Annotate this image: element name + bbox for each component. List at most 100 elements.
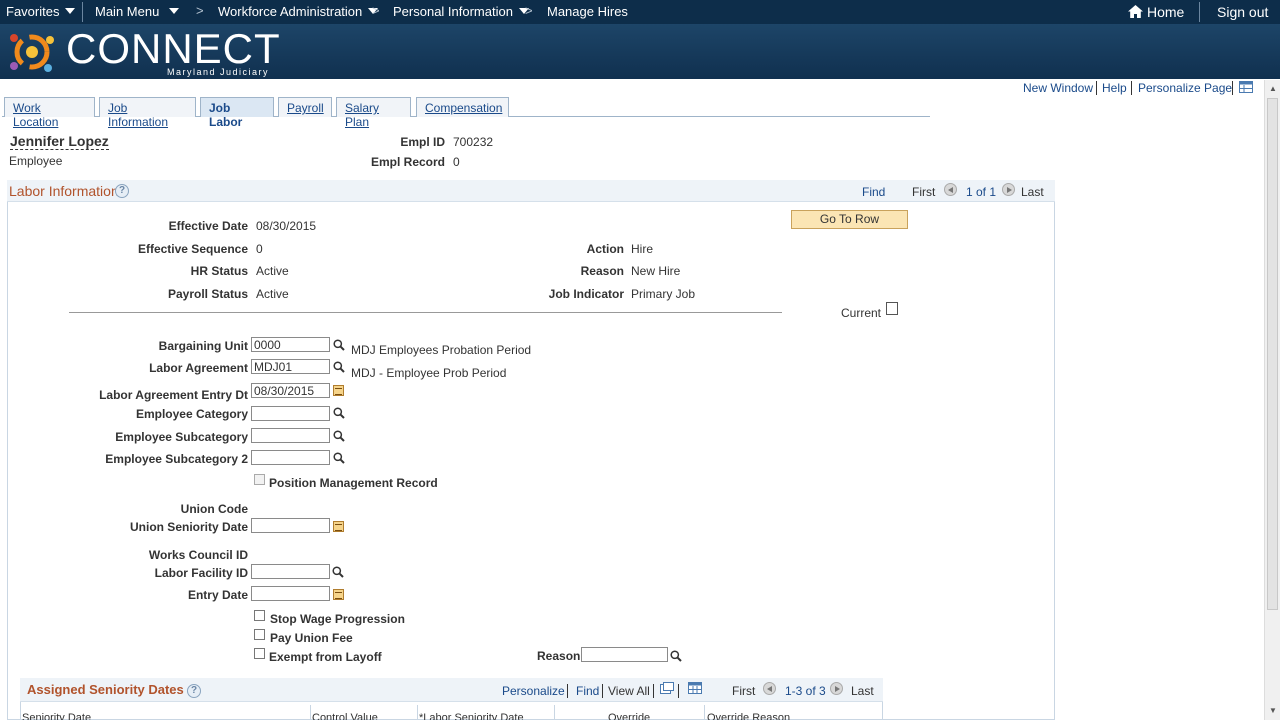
column-header-override[interactable]: Override (608, 712, 650, 720)
tab-compensation[interactable]: Compensation (416, 97, 509, 117)
labor-first-label: First (912, 185, 936, 199)
empl-id-value: 700232 (453, 135, 494, 149)
scroll-up-icon[interactable]: ▲ (1269, 84, 1277, 93)
nav-divider (1199, 2, 1200, 22)
effective-date-label: Effective Date (168, 219, 248, 233)
tab-work-location[interactable]: Work Location (4, 97, 95, 129)
help-icon[interactable]: ? (187, 684, 201, 698)
breadcrumb-workforce-admin[interactable]: Workforce Administration (218, 4, 379, 19)
tab-job-labor[interactable]: Job Labor (200, 97, 274, 129)
search-icon[interactable] (670, 650, 682, 662)
breadcrumb-label: Personal Information (393, 4, 513, 19)
employee-subcategory-input[interactable] (251, 428, 330, 443)
search-icon[interactable] (333, 339, 345, 351)
new-window-link[interactable]: New Window (1023, 81, 1093, 95)
search-icon[interactable] (333, 430, 345, 442)
labor-row-count: 1 of 1 (966, 185, 997, 199)
download-grid-icon[interactable] (688, 682, 702, 694)
tab-job-information[interactable]: Job Information (99, 97, 196, 129)
section-divider (69, 312, 782, 313)
breadcrumb-personal-info[interactable]: Personal Information (393, 4, 529, 19)
util-divider (678, 684, 679, 698)
sign-out-link[interactable]: Sign out (1217, 4, 1268, 20)
employee-name[interactable]: Jennifer Lopez (10, 133, 109, 150)
labor-agreement-entry-input[interactable] (251, 383, 330, 398)
calendar-icon[interactable] (333, 521, 344, 532)
search-icon[interactable] (332, 566, 344, 578)
previous-row-icon[interactable] (763, 682, 776, 695)
seniority-find-link[interactable]: Find (576, 684, 599, 698)
main-menu[interactable]: Main Menu (95, 4, 180, 19)
entry-date-input[interactable] (251, 586, 330, 601)
tab-label: Compensation (425, 101, 503, 115)
employee-category-input[interactable] (251, 406, 330, 421)
calendar-icon[interactable] (333, 385, 344, 396)
labor-agreement-input[interactable] (251, 359, 330, 374)
stop-wage-label: Stop Wage Progression (270, 612, 405, 626)
layoff-reason-input[interactable] (581, 647, 668, 662)
favorites-menu[interactable]: Favorites (6, 4, 76, 19)
search-icon[interactable] (333, 407, 345, 419)
bargaining-unit-input[interactable] (251, 337, 330, 352)
labor-agreement-label: Labor Agreement (149, 361, 248, 375)
reason-value: New Hire (631, 264, 681, 278)
bargaining-unit-description: MDJ Employees Probation Period (351, 343, 532, 357)
effective-date-value: 08/30/2015 (256, 219, 317, 233)
payroll-status-label: Payroll Status (167, 287, 248, 301)
next-row-icon[interactable] (830, 682, 843, 695)
personalize-page-link[interactable]: Personalize Page (1138, 81, 1232, 95)
grid-layout-icon[interactable] (1239, 81, 1253, 93)
vertical-scrollbar[interactable]: ▲ ▼ (1264, 80, 1280, 720)
seniority-personalize-link[interactable]: Personalize (502, 684, 565, 698)
previous-row-icon[interactable] (944, 183, 957, 196)
hr-status-value: Active (256, 264, 289, 278)
seniority-view-all-link[interactable]: View All (608, 684, 650, 698)
home-link[interactable]: Home (1128, 4, 1184, 20)
union-seniority-input[interactable] (251, 518, 330, 533)
column-header-control-value[interactable]: Control Value (312, 712, 378, 720)
employee-subcategory2-input[interactable] (251, 450, 330, 465)
help-icon[interactable]: ? (115, 184, 129, 198)
exempt-layoff-checkbox[interactable] (254, 648, 265, 659)
column-header-seniority-date[interactable]: Seniority Date (22, 712, 91, 720)
scrollbar-thumb[interactable] (1267, 98, 1278, 610)
column-header-override-reason[interactable]: Override Reason (707, 712, 790, 720)
seniority-first-label: First (732, 684, 756, 698)
labor-facility-input[interactable] (251, 564, 330, 579)
calendar-icon[interactable] (333, 589, 344, 600)
util-divider (567, 684, 568, 698)
labor-find-link[interactable]: Find (862, 185, 885, 199)
labor-agreement-description: MDJ - Employee Prob Period (351, 366, 507, 380)
scroll-down-icon[interactable]: ▼ (1269, 706, 1277, 715)
effective-sequence-label: Effective Sequence (137, 242, 248, 256)
chevron-down-icon (65, 8, 76, 14)
favorites-label: Favorites (6, 4, 60, 19)
column-divider (310, 705, 311, 720)
reason-label: Reason (580, 264, 624, 278)
logo-subtitle: Maryland Judiciary (167, 67, 270, 77)
tab-label: Salary Plan (345, 101, 380, 129)
pay-union-fee-checkbox[interactable] (254, 629, 265, 640)
empl-record-value: 0 (453, 155, 460, 169)
tab-label: Payroll (287, 101, 324, 115)
tab-payroll[interactable]: Payroll (278, 97, 332, 117)
top-nav-bar: Favorites Main Menu > Workforce Administ… (0, 0, 1280, 24)
breadcrumb-manage-hires[interactable]: Manage Hires (547, 4, 628, 19)
job-indicator-label: Job Indicator (548, 287, 624, 301)
employee-category-label: Employee Category (135, 407, 248, 421)
payroll-status-value: Active (256, 287, 289, 301)
util-divider (1232, 81, 1233, 95)
zoom-grid-icon[interactable] (660, 682, 674, 694)
bargaining-unit-label: Bargaining Unit (158, 339, 248, 353)
help-link[interactable]: Help (1102, 81, 1127, 95)
tab-salary-plan[interactable]: Salary Plan (336, 97, 411, 129)
go-to-row-button[interactable]: Go To Row (791, 210, 908, 229)
position-management-checkbox (254, 474, 265, 485)
column-divider (417, 705, 418, 720)
current-label: Current (841, 306, 882, 320)
column-header-labor-seniority-date[interactable]: *Labor Seniority Date (419, 712, 524, 720)
search-icon[interactable] (333, 361, 345, 373)
stop-wage-checkbox[interactable] (254, 610, 265, 621)
next-row-icon[interactable] (1002, 183, 1015, 196)
search-icon[interactable] (333, 452, 345, 464)
